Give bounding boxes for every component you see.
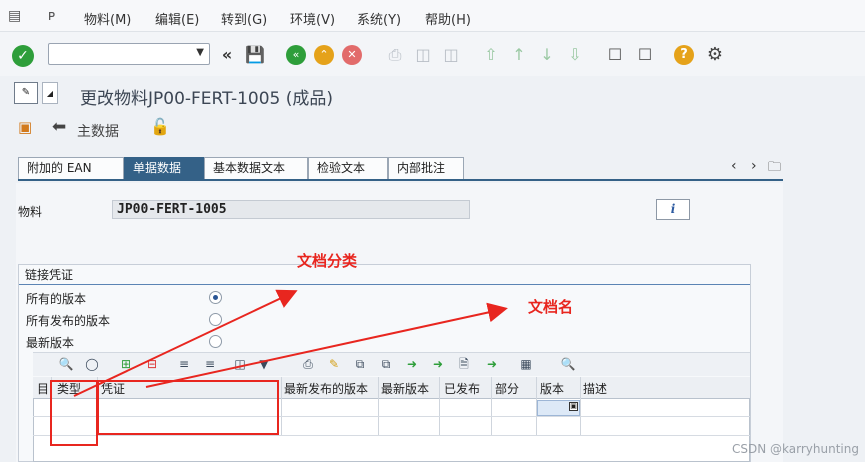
arrow-doc-category	[73, 289, 298, 397]
watermark: CSDN @karryhunting	[732, 442, 859, 456]
annotation-doc-category: 文档分类	[297, 252, 358, 270]
arrow-doc-name	[145, 302, 508, 388]
annotation-arrows	[73, 289, 508, 397]
annotation-doc-name: 文档名	[528, 298, 574, 316]
